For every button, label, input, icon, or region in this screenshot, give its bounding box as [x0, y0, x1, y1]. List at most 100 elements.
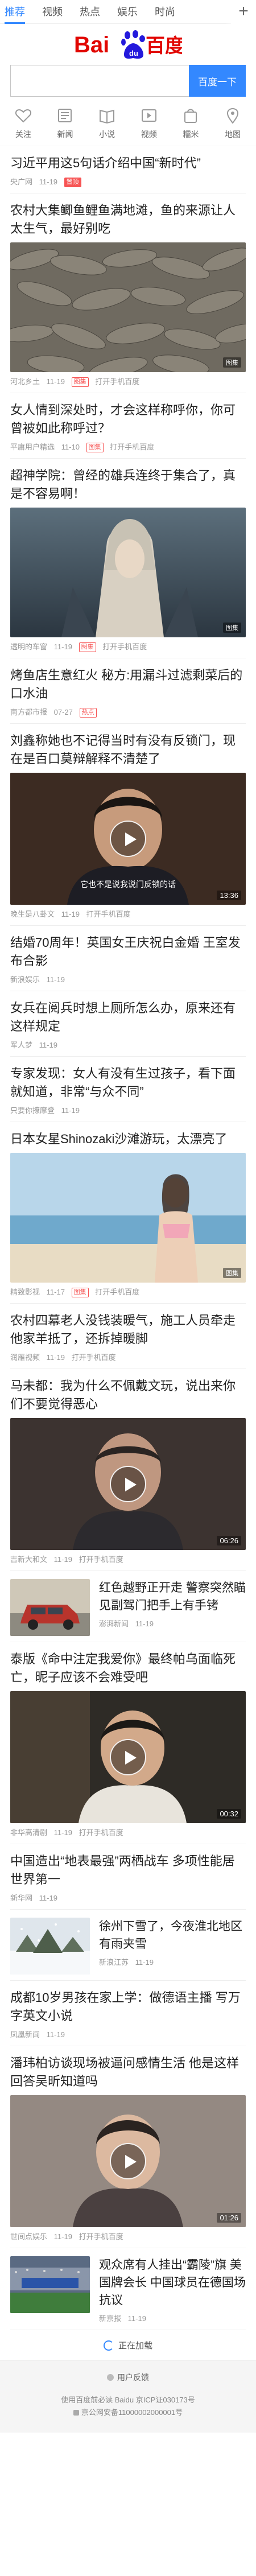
feed-title: 女兵在阅兵时想上厕所怎么办，原来还有这样规定 — [10, 1001, 236, 1033]
open-app-link[interactable]: 打开手机百度 — [102, 642, 147, 651]
feed-meta: 世间点娱乐 11-19 打开手机百度 — [10, 2232, 246, 2242]
quick-nuomi[interactable]: 糯米 — [172, 106, 209, 140]
gallery-badge: 图集 — [223, 1268, 241, 1278]
feed-source: 非华高清剧 — [10, 1828, 48, 1837]
open-app-link[interactable]: 打开手机百度 — [95, 1288, 139, 1296]
feed-meta: 吉新大和文 11-19 打开手机百度 — [10, 1555, 246, 1565]
feed-item[interactable]: 习近平用这5句话介绍中国“新时代” 央广网 11-19 置顶 — [10, 146, 246, 193]
feed-title: 日本女星Shinozaki沙滩游玩，太漂亮了 — [10, 1132, 228, 1146]
feed-time: 11-19 — [135, 1619, 154, 1628]
feed-item[interactable]: 女人情到深处时，才会这样称呼你，你可曾被如此称呼过？ 平庸用户精选 11-10 … — [10, 393, 246, 459]
feed-item[interactable]: 徐州下雪了，今夜淮北地区有雨夹雪 新浪江苏 11-19 — [10, 1910, 246, 1981]
feed-video[interactable]: 它也不是说我说门反锁的话 13:36 — [10, 773, 246, 905]
feed-item[interactable]: 马未都：我为什么不佩戴文玩，说出来你们不要觉得恶心 06:26 吉新大和文 11… — [10, 1369, 246, 1571]
feed-source: 吉新大和文 — [10, 1555, 48, 1564]
beian[interactable]: 京公网安备11000002000001号 — [0, 2406, 256, 2419]
feed-title: 结婚70周年！英国女王庆祝白金婚 王室发布合影 — [10, 935, 241, 968]
open-app-link[interactable]: 打开手机百度 — [79, 1828, 123, 1837]
feed-source: 河北乡土 — [10, 377, 40, 386]
quick-novel[interactable]: 小说 — [89, 106, 125, 140]
feed-item[interactable]: 烤鱼店生意红火 秘方:用漏斗过滤剩菜后的口水油 南方都市报 07-27 热点 — [10, 658, 246, 724]
feed-title: 农村大集鲫鱼鲤鱼满地滩，鱼的来源让人太生气，最好别吃 — [10, 203, 236, 236]
feed-meta: 河北乡土 11-19 图集 打开手机百度 — [10, 377, 246, 387]
open-app-link[interactable]: 打开手机百度 — [110, 443, 154, 451]
tab-hot[interactable]: 热点 — [80, 0, 100, 24]
feed-source: 南方都市报 — [10, 708, 48, 716]
feed-meta: 精致影视 11-17 图集 打开手机百度 — [10, 1287, 246, 1297]
feed-image: 图集 — [10, 242, 246, 372]
tab-recommend[interactable]: 推荐 — [5, 0, 25, 24]
open-app-link[interactable]: 打开手机百度 — [86, 910, 131, 918]
feed-source: 澎湃新闻 — [99, 1619, 129, 1628]
feed-title: 习近平用这5句话介绍中国“新时代” — [10, 156, 201, 170]
quick-map[interactable]: 地图 — [214, 106, 251, 140]
feed-item[interactable]: 潘玮柏访谈现场被逼问感情生活 他是这样回答吴昕知道吗 01:26 世间点娱乐 1… — [10, 2046, 246, 2248]
feed-title: 超神学院：曾经的雄兵连终于集合了，真是不容易啊！ — [10, 468, 236, 501]
play-icon[interactable] — [110, 2143, 146, 2179]
quick-video-label: 视频 — [141, 130, 157, 139]
open-app-link[interactable]: 打开手机百度 — [95, 377, 139, 386]
feed-meta: 新浪娱乐 11-19 — [10, 975, 246, 985]
feed-item[interactable]: 红色越野正开走 警察突然瞄见副驾门把手上有手铐 澎湃新闻 11-19 — [10, 1571, 246, 1642]
open-app-link[interactable]: 打开手机百度 — [79, 2232, 123, 2241]
open-app-link[interactable]: 打开手机百度 — [72, 1353, 116, 1362]
feed-item[interactable]: 农村大集鲫鱼鲤鱼满地滩，鱼的来源让人太生气，最好别吃 图集 河北乡土 11-19… — [10, 193, 246, 393]
feed-video[interactable]: 01:26 — [10, 2095, 246, 2227]
play-icon[interactable] — [110, 821, 146, 857]
feed-item[interactable]: 专家发现：女人有没有生过孩子，看下面就知道，非常“与众不同” 只要你撩摩登 11… — [10, 1057, 246, 1122]
feed-video[interactable]: 06:26 — [10, 1418, 246, 1550]
feed-source: 平庸用户精选 — [10, 443, 55, 451]
footer: 用户反馈 使用百度前必读 Baidu 京ICP证030173号 京公网安备110… — [0, 2361, 256, 2433]
feed-item[interactable]: 女兵在阅兵时想上厕所怎么办，原来还有这样规定 军人梦 11-19 — [10, 991, 246, 1057]
quick-news[interactable]: 新闻 — [47, 106, 83, 140]
feed-item[interactable]: 超神学院：曾经的雄兵连终于集合了，真是不容易啊！ 图集 透明的车窗 11-19 … — [10, 459, 246, 658]
feed-item[interactable]: 成都10岁男孩在家上学：做德语主播 写万字英文小说 凤凰新闻 11-19 — [10, 1981, 246, 2046]
search-button[interactable]: 百度一下 — [189, 65, 246, 97]
feed-image: 图集 — [10, 508, 246, 637]
bag-icon — [184, 109, 197, 123]
feed-item[interactable]: 观众席有人挂出“霸陵”旗 美国牌会长 中国球员在德国场抗议 新京报 11-19 — [10, 2248, 246, 2330]
paw-icon: du — [121, 30, 145, 59]
play-icon[interactable] — [110, 1739, 146, 1775]
tab-fashion[interactable]: 时尚 — [155, 0, 175, 24]
search-input[interactable] — [10, 65, 189, 97]
tab-entertainment[interactable]: 娱乐 — [117, 0, 138, 24]
video-duration: 00:32 — [217, 1809, 241, 1819]
feed-item[interactable]: 泰版《命中注定我爱你》最终帕乌面临死亡，昵子应该不会难受吧 00:32 非华高清… — [10, 1642, 246, 1844]
open-app-link[interactable]: 打开手机百度 — [79, 1555, 123, 1564]
feedback-link[interactable]: 用户反馈 — [0, 2369, 256, 2386]
quick-follow[interactable]: 关注 — [5, 106, 42, 140]
tab-video[interactable]: 视频 — [42, 0, 63, 24]
feed-time: 11-19 — [46, 2030, 65, 2039]
play-icon[interactable] — [110, 1466, 146, 1502]
gallery-tag: 图集 — [86, 443, 104, 452]
feed-thumb — [10, 1918, 90, 1975]
add-channel-button[interactable]: + — [231, 0, 256, 24]
feed-source: 晚生是八卦文 — [10, 910, 55, 918]
feed-item[interactable]: 中国造出“地表最强”两栖战车 多项性能居世界第一 新华网 11-19 — [10, 1844, 246, 1910]
feed-title: 成都10岁男孩在家上学：做德语主播 写万字英文小说 — [10, 1990, 241, 2023]
video-icon — [141, 109, 156, 122]
feed-video[interactable]: 00:32 — [10, 1691, 246, 1823]
video-duration: 06:26 — [217, 1536, 241, 1545]
feed-time: 11-19 — [61, 1106, 80, 1115]
anime-photo — [10, 508, 246, 637]
baidu-logo-graphic: Bai du 百度 — [74, 30, 182, 59]
loading-label: 正在加载 — [118, 2341, 152, 2351]
search-bar: 百度一下 — [0, 65, 256, 97]
feed-meta: 新浪江苏 11-19 — [99, 1957, 246, 1968]
feed-item[interactable]: 农村四幕老人没钱装暖气，施工人员牵走他家羊抵了，还拆掉暖脚 润雁视频 11-19… — [10, 1304, 246, 1369]
copyright[interactable]: 使用百度前必读 Baidu 京ICP证030173号 — [0, 2394, 256, 2406]
car-photo — [10, 1579, 90, 1636]
feed-source: 凤凰新闻 — [10, 2030, 40, 2039]
feed-item[interactable]: 日本女星Shinozaki沙滩游玩，太漂亮了 图集 精致影视 11-17 图集 … — [10, 1122, 246, 1304]
feed-item[interactable]: 刘鑫称她也不记得当时有没有反锁门，现在是百口莫辩解释不清楚了 它也不是说我说门反… — [10, 724, 246, 926]
feed-title: 烤鱼店生意红火 秘方:用漏斗过滤剩菜后的口水油 — [10, 668, 243, 700]
loading-more: 正在加载 — [0, 2330, 256, 2361]
feed-meta: 军人梦 11-19 — [10, 1040, 246, 1050]
feed-meta: 凤凰新闻 11-19 — [10, 2030, 246, 2040]
feedback-icon — [107, 2374, 114, 2381]
feed-item[interactable]: 结婚70周年！英国女王庆祝白金婚 王室发布合影 新浪娱乐 11-19 — [10, 926, 246, 991]
quick-video[interactable]: 视频 — [131, 106, 167, 140]
feed-title: 泰版《命中注定我爱你》最终帕乌面临死亡，昵子应该不会难受吧 — [10, 1652, 236, 1684]
